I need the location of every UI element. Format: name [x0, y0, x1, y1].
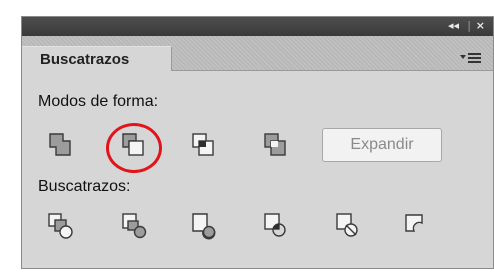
- exclude-icon[interactable]: [260, 130, 290, 160]
- shape-modes-label: Modos de forma:: [38, 93, 159, 110]
- outline-icon[interactable]: [332, 210, 362, 240]
- pathfinders-label: Buscatrazos:: [38, 178, 131, 195]
- divide-icon[interactable]: [45, 210, 75, 240]
- tab-label: Buscatrazos: [40, 51, 130, 68]
- crop-icon[interactable]: [260, 210, 290, 240]
- merge-icon[interactable]: [188, 210, 218, 240]
- tab-buscatrazos[interactable]: Buscatrazos: [22, 46, 172, 71]
- intersect-icon[interactable]: [188, 130, 218, 160]
- minus-back-icon[interactable]: [400, 210, 430, 240]
- collapse-button[interactable]: ◂◂: [448, 19, 459, 33]
- expand-button[interactable]: Expandir: [322, 128, 442, 162]
- pathfinder-panel: ◂◂ | × Buscatrazos Modos de forma: Expan…: [21, 16, 494, 269]
- titlebar-divider: |: [467, 19, 471, 32]
- unite-icon[interactable]: [45, 130, 75, 160]
- trim-icon[interactable]: [118, 210, 148, 240]
- panel-titlebar: ◂◂ | ×: [22, 17, 493, 36]
- panel-menu-icon: [460, 53, 481, 63]
- close-button[interactable]: ×: [476, 19, 485, 33]
- tab-strip: Buscatrazos: [22, 36, 493, 71]
- panel-menu-button[interactable]: [459, 50, 483, 66]
- minus-front-icon[interactable]: [118, 130, 148, 160]
